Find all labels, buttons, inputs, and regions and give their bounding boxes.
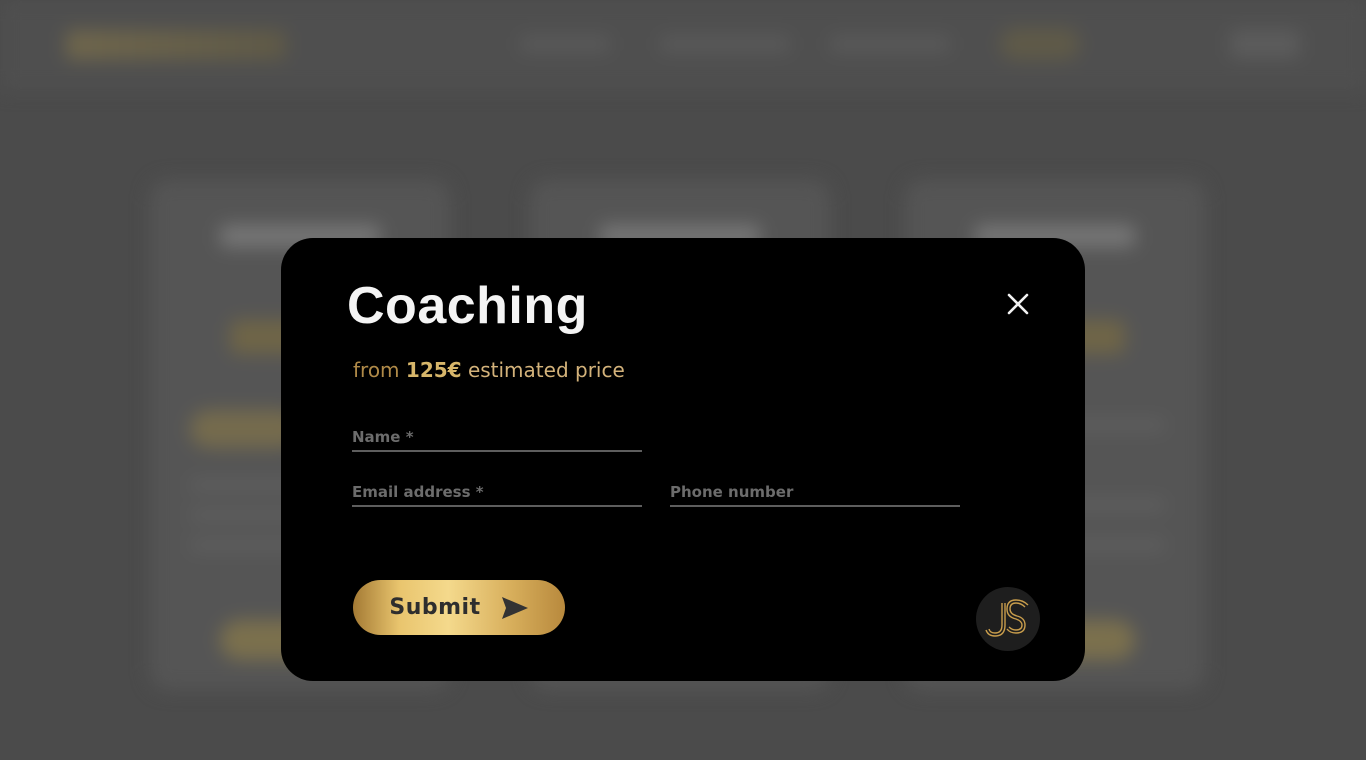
phone-input[interactable] [670,473,960,505]
modal-title: Coaching [347,277,588,335]
price-line: from 125€ estimated price [353,358,625,382]
coaching-modal: Coaching from 125€ estimated price Submi… [281,238,1085,681]
price-prefix: from [353,358,400,382]
background-nav-button [1000,28,1080,60]
price-amount: 125€ [405,358,462,382]
name-field-wrapper [352,418,642,452]
price-suffix: estimated price [467,358,625,382]
background-header [0,0,1366,90]
name-input[interactable] [352,418,642,450]
js-logo-badge [976,587,1040,651]
email-field-wrapper [352,473,642,507]
background-nav-item [660,36,790,52]
close-icon [1007,293,1029,315]
background-nav-item [830,36,950,52]
submit-button[interactable]: Submit [353,580,565,635]
background-language-switch [1230,30,1300,58]
email-input[interactable] [352,473,642,505]
send-arrow-icon [501,596,528,619]
close-button[interactable] [997,283,1039,325]
background-logo [66,30,286,60]
submit-label: Submit [389,595,481,620]
js-logo-icon [985,599,1029,637]
phone-field-wrapper [670,473,960,507]
background-nav-item [520,36,610,52]
